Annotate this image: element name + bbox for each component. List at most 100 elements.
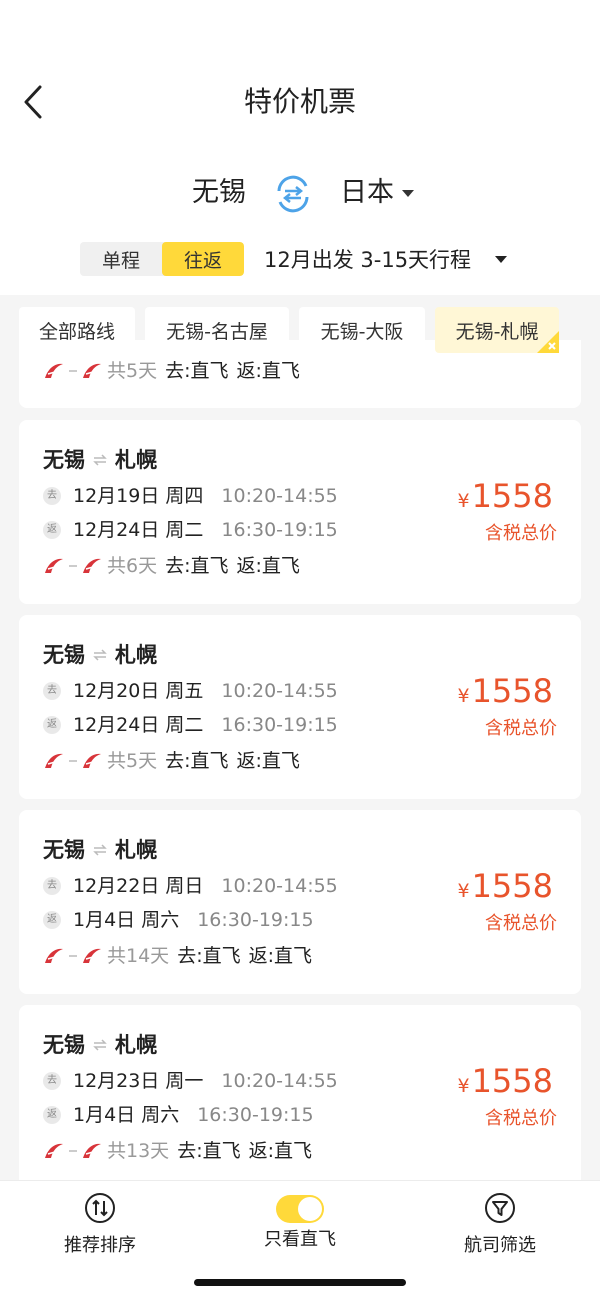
round-trip-option[interactable]: 往返	[162, 242, 244, 276]
return-type: 返:直飞	[236, 750, 300, 772]
funnel-icon	[485, 1193, 515, 1223]
return-leg: 返 12月24日 周二 16:30-19:15	[43, 517, 338, 543]
direct-toggle-switch[interactable]	[276, 1195, 324, 1223]
chip-wuxi-sapporo[interactable]: 无锡-札幌	[435, 307, 559, 353]
price-note: 含税总价	[485, 718, 557, 739]
flight-card[interactable]: 无锡 札幌 去 12月23日 周一 10:20-14:55 返 1月4日 周六 …	[19, 1005, 581, 1189]
outbound-date: 12月19日 周四	[73, 485, 204, 507]
return-date: 1月4日 周六	[73, 1104, 180, 1126]
airline-logo-icon	[83, 948, 101, 963]
outbound-leg: 去 12月23日 周一 10:20-14:55	[43, 1068, 338, 1094]
airline-logo-icon	[45, 753, 63, 768]
card-route: 无锡 札幌	[43, 446, 157, 474]
close-corner-icon[interactable]	[537, 331, 559, 353]
outbound-leg: 去 12月20日 周五 10:20-14:55	[43, 678, 338, 704]
airline-logo-icon	[83, 1143, 101, 1158]
return-type: 返:直飞	[248, 1140, 312, 1162]
outbound-leg: 去 12月22日 周日 10:20-14:55	[43, 873, 338, 899]
connector-icon	[69, 955, 77, 957]
outbound-time: 10:20-14:55	[221, 1070, 338, 1092]
date-filter[interactable]: 12月出发 3-15天行程	[264, 244, 508, 274]
flight-card[interactable]: 无锡 札幌 去 12月19日 周四 10:20-14:55 返 12月24日 周…	[19, 420, 581, 604]
round-trip-arrows-icon	[93, 1039, 107, 1051]
outbound-type: 去:直飞	[165, 750, 229, 772]
price-note: 含税总价	[485, 1108, 557, 1129]
card-route: 无锡 札幌	[43, 1031, 157, 1059]
airline-logo-icon	[83, 558, 101, 573]
return-date: 12月24日 周二	[73, 714, 204, 736]
swap-button[interactable]	[270, 171, 316, 217]
caret-down-icon	[495, 255, 508, 263]
chip-all-routes[interactable]: 全部路线	[19, 307, 135, 353]
chip-wuxi-osaka[interactable]: 无锡-大阪	[299, 307, 425, 353]
airline-logo-icon	[45, 1143, 63, 1158]
price-note: 含税总价	[485, 523, 557, 544]
bottom-toolbar: 推荐排序 只看直飞 航司筛选	[0, 1180, 600, 1299]
card-route: 无锡 札幌	[43, 836, 157, 864]
price: ¥1558	[457, 866, 553, 911]
outbound-badge: 去	[43, 682, 61, 700]
origin-city[interactable]: 无锡	[192, 175, 246, 211]
sort-arrows-icon	[85, 1193, 115, 1223]
price-value: 1558	[471, 672, 553, 710]
outbound-date: 12月23日 周一	[73, 1070, 204, 1092]
trip-days: 共13天	[107, 1140, 170, 1162]
airline-logo-icon	[45, 558, 63, 573]
return-date: 12月24日 周二	[73, 519, 204, 541]
sort-button[interactable]: 推荐排序	[20, 1191, 180, 1259]
return-leg: 返 1月4日 周六 16:30-19:15	[43, 1102, 314, 1128]
outbound-time: 10:20-14:55	[221, 485, 338, 507]
return-leg: 返 1月4日 周六 16:30-19:15	[43, 907, 314, 933]
airline-filter-label: 航司筛选	[464, 1235, 536, 1256]
connector-icon	[69, 370, 77, 372]
chip-label: 无锡-札幌	[455, 320, 539, 343]
airline-filter-button[interactable]: 航司筛选	[420, 1191, 580, 1259]
price-value: 1558	[471, 867, 553, 905]
card-origin: 无锡	[43, 643, 85, 667]
connector-icon	[69, 565, 77, 567]
return-badge: 返	[43, 1106, 61, 1124]
price-value: 1558	[471, 1062, 553, 1100]
return-time: 16:30-19:15	[197, 909, 314, 931]
outbound-date: 12月20日 周五	[73, 680, 204, 702]
return-type: 返:直飞	[248, 945, 312, 967]
return-time: 16:30-19:15	[197, 1104, 314, 1126]
direct-only-toggle[interactable]: 只看直飞	[220, 1191, 380, 1253]
destination-selector[interactable]: 日本	[340, 175, 414, 211]
outbound-badge: 去	[43, 1072, 61, 1090]
price: ¥1558	[457, 671, 553, 716]
currency-symbol: ¥	[457, 880, 470, 902]
return-badge: 返	[43, 716, 61, 734]
flight-card[interactable]: 无锡 札幌 去 12月20日 周五 10:20-14:55 返 12月24日 周…	[19, 615, 581, 799]
swap-arrows-icon	[277, 175, 309, 213]
return-badge: 返	[43, 911, 61, 929]
flight-deals-screen: 特价机票 无锡 日本 单程 往返 12月出发 3-15天行程 共5天 去:直飞 …	[0, 0, 600, 1299]
connector-icon	[69, 760, 77, 762]
outbound-type: 去:直飞	[177, 945, 241, 967]
outbound-badge: 去	[43, 487, 61, 505]
airline-logo-icon	[45, 363, 63, 378]
card-origin: 无锡	[43, 838, 85, 862]
outbound-badge: 去	[43, 877, 61, 895]
direct-only-label: 只看直飞	[264, 1229, 336, 1250]
outbound-type: 去:直飞	[165, 555, 229, 577]
card-destination: 札幌	[115, 448, 157, 472]
flight-card-footer: 共5天 去:直飞 返:直飞	[43, 748, 300, 774]
trip-type-toggle: 单程 往返	[80, 242, 244, 276]
price-note: 含税总价	[485, 913, 557, 934]
card-destination: 札幌	[115, 838, 157, 862]
return-time: 16:30-19:15	[221, 519, 338, 541]
card-origin: 无锡	[43, 1033, 85, 1057]
trip-options: 单程 往返 12月出发 3-15天行程	[80, 242, 540, 276]
flight-card[interactable]: 无锡 札幌 去 12月22日 周日 10:20-14:55 返 1月4日 周六 …	[19, 810, 581, 994]
return-time: 16:30-19:15	[221, 714, 338, 736]
card-origin: 无锡	[43, 448, 85, 472]
one-way-option[interactable]: 单程	[80, 242, 162, 276]
round-trip-arrows-icon	[93, 844, 107, 856]
outbound-leg: 去 12月19日 周四 10:20-14:55	[43, 483, 338, 509]
round-trip-arrows-icon	[93, 649, 107, 661]
toggle-knob	[298, 1197, 322, 1221]
outbound-type: 去:直飞	[177, 1140, 241, 1162]
chip-wuxi-nagoya[interactable]: 无锡-名古屋	[145, 307, 289, 353]
date-filter-label: 12月出发 3-15天行程	[264, 248, 472, 272]
